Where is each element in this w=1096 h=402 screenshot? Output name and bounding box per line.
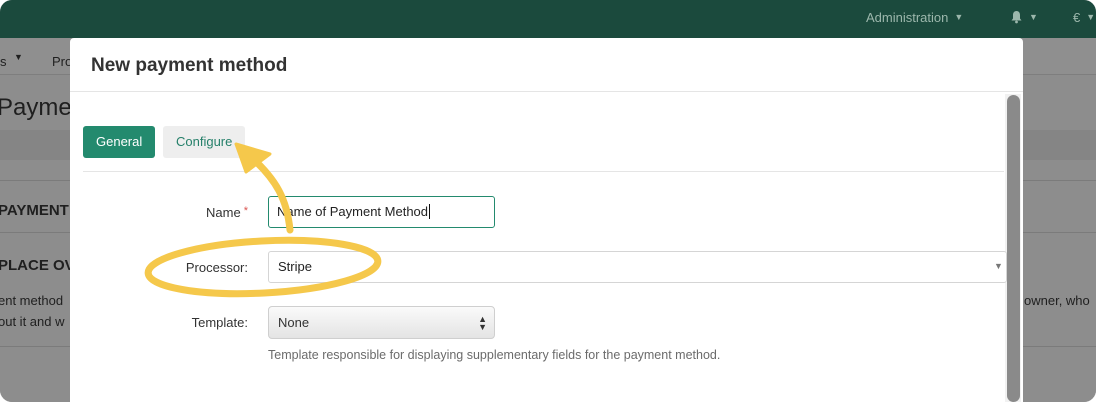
tab-divider — [83, 171, 1004, 172]
chevron-down-icon[interactable]: ▼ — [994, 261, 1003, 271]
app-window: Administration ▼ ▼ € ▼ s ▼ Pro Paymen PAYM… — [0, 0, 1096, 402]
updown-arrows-icon: ▲ ▼ — [478, 314, 487, 332]
template-help-text: Template responsible for displaying supp… — [268, 348, 721, 362]
modal-header: New payment method — [70, 38, 1023, 92]
notifications-menu[interactable]: ▼ — [1010, 10, 1038, 25]
tab-general[interactable]: General — [83, 126, 156, 158]
name-label-text: Name — [206, 205, 241, 220]
template-label: Template: — [191, 315, 248, 330]
name-input[interactable]: Name of Payment Method — [268, 196, 495, 228]
bell-icon — [1011, 11, 1022, 24]
administration-menu[interactable]: Administration ▼ — [866, 10, 963, 25]
background-body-text: out it and w — [0, 314, 65, 329]
processor-select-value: Stripe — [278, 259, 312, 274]
modal-title: New payment method — [91, 55, 288, 76]
administration-label: Administration — [866, 10, 949, 25]
processor-label: Processor: — [185, 260, 248, 275]
scrollbar-thumb[interactable] — [1007, 95, 1020, 402]
background-body-text: ent method — [0, 293, 64, 308]
background-place-heading: PLACE OV — [0, 257, 75, 274]
chevron-down-icon: ▼ — [1086, 12, 1096, 22]
processor-select[interactable]: Stripe — [268, 251, 1007, 283]
chevron-down-icon: ▼ — [954, 12, 964, 22]
tab-configure[interactable]: Configure — [163, 126, 246, 158]
template-select[interactable]: None ▲ ▼ — [268, 306, 495, 339]
name-input-value: Name of Payment Method — [277, 204, 429, 219]
currency-label: € — [1073, 10, 1081, 25]
text-cursor — [429, 204, 431, 219]
required-mark: * — [243, 205, 248, 217]
new-payment-method-modal: New payment method General Configure Nam… — [70, 38, 1023, 402]
top-navbar: Administration ▼ ▼ € ▼ — [0, 0, 1096, 38]
chevron-down-icon: ▼ — [14, 52, 23, 62]
background-body-text: owner, who — [1024, 293, 1090, 308]
chevron-down-icon: ▼ — [1029, 12, 1038, 22]
name-label: Name * — [108, 205, 248, 220]
currency-menu[interactable]: € ▼ — [1073, 10, 1095, 25]
subnav-item: s — [0, 54, 7, 69]
template-select-value: None — [278, 315, 310, 330]
